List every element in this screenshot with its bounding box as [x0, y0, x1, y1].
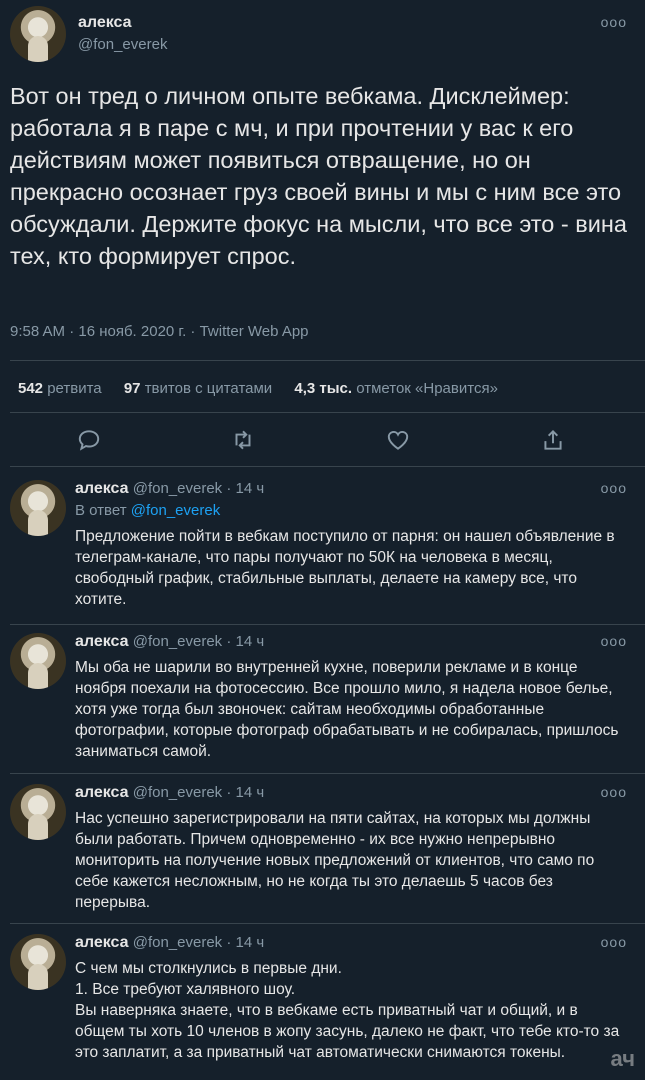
- author-handle[interactable]: @fon_everek: [78, 36, 167, 53]
- divider: [10, 624, 645, 625]
- author-handle[interactable]: @fon_everek: [133, 934, 222, 951]
- thread-view: алекса @fon_everek ooo Вот он тред о лич…: [0, 0, 645, 1061]
- more-options-icon[interactable]: ooo: [601, 934, 627, 950]
- share-icon[interactable]: [540, 427, 566, 453]
- tweet-stats: 542 ретвита 97 твитов с цитатами 4,3 тыс…: [18, 380, 516, 397]
- author-handle[interactable]: @fon_everek: [133, 784, 222, 801]
- divider: [10, 360, 645, 361]
- reply-header: алекса @fon_everek · 14 ч: [75, 480, 264, 498]
- reply-header: алекса @fon_everek · 14 ч: [75, 784, 264, 802]
- tweet-time[interactable]: · 14 ч: [226, 784, 264, 801]
- avatar[interactable]: [10, 784, 66, 840]
- likes-stat[interactable]: 4,3 тыс. отметок «Нравится»: [294, 380, 498, 397]
- author-name[interactable]: алекса: [75, 784, 129, 801]
- avatar[interactable]: [10, 934, 66, 990]
- reply-header: алекса @fon_everek · 14 ч: [75, 633, 264, 651]
- reply-icon[interactable]: [76, 427, 102, 453]
- main-tweet-header: алекса @fon_everek ooo: [0, 0, 645, 62]
- main-tweet-text: Вот он тред о личном опыте вебкама. Диск…: [10, 83, 627, 269]
- reply-header: алекса @fon_everek · 14 ч: [75, 934, 264, 952]
- avatar[interactable]: [10, 6, 66, 62]
- more-options-icon[interactable]: ooo: [601, 784, 627, 800]
- reply-text: Мы оба не шарили во внутренней кухне, по…: [75, 659, 619, 760]
- author-name[interactable]: алекса: [75, 480, 129, 497]
- avatar[interactable]: [10, 480, 66, 536]
- tweet-time[interactable]: · 14 ч: [226, 934, 264, 951]
- tweet-meta[interactable]: 9:58 AM · 16 нояб. 2020 г. · Twitter Web…: [10, 323, 309, 340]
- more-options-icon[interactable]: ooo: [601, 14, 627, 30]
- divider: [10, 773, 645, 774]
- reply-to-link[interactable]: @fon_everek: [131, 502, 220, 519]
- tweet-time[interactable]: · 14 ч: [226, 633, 264, 650]
- reply-context: В ответ @fon_everek: [75, 502, 221, 519]
- author-name[interactable]: алекса: [78, 14, 132, 32]
- more-options-icon[interactable]: ooo: [601, 480, 627, 496]
- divider: [10, 466, 645, 467]
- divider: [10, 412, 645, 413]
- reply-text: Нас успешно зарегистрировали на пяти сай…: [75, 810, 595, 911]
- avatar[interactable]: [10, 633, 66, 689]
- reply-text: Предложение пойти в вебкам поступило от …: [75, 528, 615, 608]
- reply-text: С чем мы столкнулись в первые дни. 1. Вс…: [75, 960, 620, 1061]
- quotes-stat[interactable]: 97 твитов с цитатами: [124, 380, 272, 397]
- author-handle[interactable]: @fon_everek: [133, 633, 222, 650]
- like-icon[interactable]: [385, 427, 411, 453]
- author-handle[interactable]: @fon_everek: [133, 480, 222, 497]
- more-options-icon[interactable]: ooo: [601, 633, 627, 649]
- tweet-time[interactable]: · 14 ч: [226, 480, 264, 497]
- retweets-stat[interactable]: 542 ретвита: [18, 380, 102, 397]
- watermark: ач: [610, 1046, 635, 1071]
- divider: [10, 923, 645, 924]
- retweet-icon[interactable]: [230, 427, 256, 453]
- tweet-actions: [0, 425, 645, 455]
- author-name[interactable]: алекса: [75, 633, 129, 650]
- author-name[interactable]: алекса: [75, 934, 129, 951]
